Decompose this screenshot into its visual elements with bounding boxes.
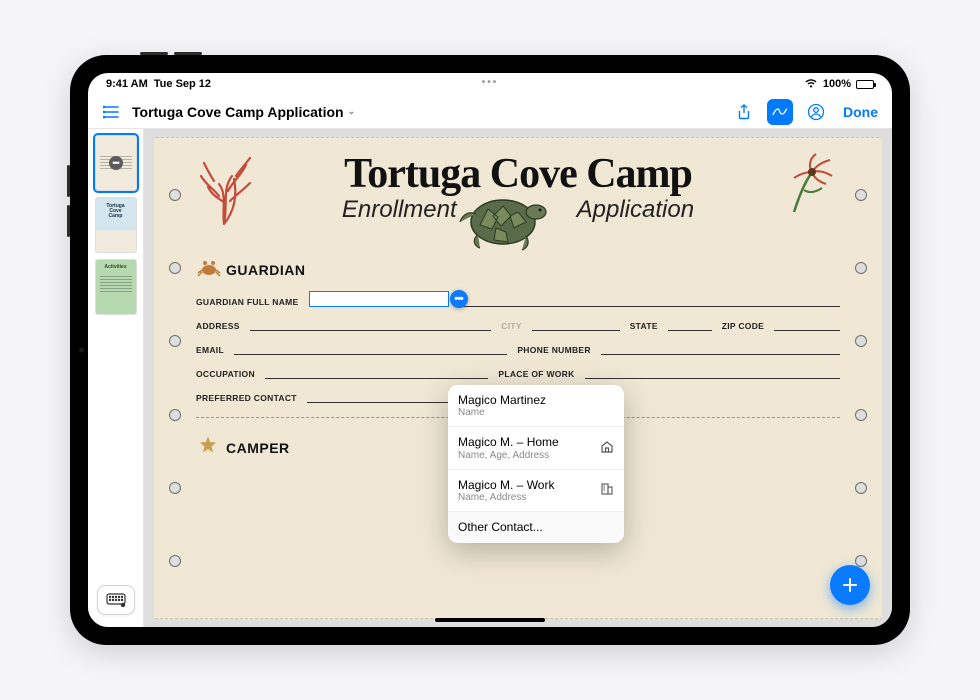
field-occupation[interactable] xyxy=(265,367,489,379)
status-bar: 9:41 AM Tue Sep 12 ••• 100% xyxy=(88,73,892,95)
autofill-option-3[interactable]: Magico M. – Work Name, Address xyxy=(448,470,624,512)
autofill-popover: Magico Martinez Name Magico M. – Home Na… xyxy=(448,385,624,543)
thumbnail-menu-icon[interactable]: ••• xyxy=(109,156,123,170)
top-button-2 xyxy=(174,52,202,55)
volume-down-button xyxy=(67,205,70,237)
document-title: Tortuga Cove Camp Application xyxy=(132,104,344,120)
field-zip[interactable] xyxy=(774,319,840,331)
page-thumbnail-rail: ••• TortugaCoveCamp Activities xyxy=(88,129,144,627)
field-address[interactable] xyxy=(250,319,492,331)
label-city: CITY xyxy=(501,321,522,331)
guardian-section-heading: GUARDIAN xyxy=(196,258,840,281)
turtle-illustration xyxy=(448,184,558,259)
battery-icon xyxy=(856,80,874,89)
label-workplace: PLACE OF WORK xyxy=(498,369,574,379)
chevron-down-icon: ⌄ xyxy=(348,106,356,117)
keyboard-toggle-button[interactable] xyxy=(97,585,135,615)
flower-illustration xyxy=(774,152,838,227)
app-toolbar: Tortuga Cove Camp Application ⌄ Done xyxy=(88,95,892,129)
label-email: EMAIL xyxy=(196,345,224,355)
status-time: 9:41 AM xyxy=(106,78,148,90)
autofill-option-2[interactable]: Magico M. – Home Name, Age, Address xyxy=(448,427,624,469)
battery-percent: 100% xyxy=(823,78,851,90)
top-button-1 xyxy=(140,52,168,55)
document-page: Tortuga Cove Camp Enrollment Application… xyxy=(154,137,882,619)
field-workplace[interactable] xyxy=(585,367,840,379)
doc-subtitle-right: Application xyxy=(577,196,694,224)
thumbnail-page-3[interactable]: Activities xyxy=(95,259,137,315)
wifi-icon xyxy=(804,78,818,91)
multitask-dots-icon[interactable]: ••• xyxy=(482,77,499,88)
label-full-name: GUARDIAN FULL NAME xyxy=(196,297,299,307)
document-title-dropdown[interactable]: Tortuga Cove Camp Application ⌄ xyxy=(132,104,355,120)
ipad-device-frame: 9:41 AM Tue Sep 12 ••• 100% Tortuga Cove… xyxy=(70,55,910,645)
document-canvas[interactable]: Tortuga Cove Camp Enrollment Application… xyxy=(144,129,892,627)
label-zip: ZIP CODE xyxy=(722,321,764,331)
doc-subtitle-left: Enrollment xyxy=(342,196,457,224)
coral-illustration xyxy=(194,146,264,231)
sidebar-toggle-icon[interactable] xyxy=(98,99,124,125)
share-button[interactable] xyxy=(731,99,757,125)
field-state[interactable] xyxy=(668,319,712,331)
field-phone[interactable] xyxy=(601,343,840,355)
markup-button[interactable] xyxy=(767,99,793,125)
field-email[interactable] xyxy=(234,343,507,355)
home-indicator[interactable] xyxy=(435,618,545,622)
punch-holes-right xyxy=(846,138,876,618)
label-state: STATE xyxy=(630,321,658,331)
autofill-option-1[interactable]: Magico Martinez Name xyxy=(448,385,624,427)
label-occupation: OCCUPATION xyxy=(196,369,255,379)
autofill-other-contact[interactable]: Other Contact... xyxy=(448,512,624,542)
crab-icon xyxy=(196,258,222,281)
label-phone: PHONE NUMBER xyxy=(517,345,591,355)
field-guardian-full-name[interactable]: ••• xyxy=(309,291,449,307)
home-icon xyxy=(600,440,614,457)
front-camera xyxy=(79,348,84,353)
building-icon xyxy=(600,482,614,499)
done-button[interactable]: Done xyxy=(839,104,882,120)
field-full-name-rest[interactable] xyxy=(459,295,840,307)
autofill-button[interactable] xyxy=(803,99,829,125)
status-date: Tue Sep 12 xyxy=(154,78,211,90)
add-button[interactable] xyxy=(830,565,870,605)
field-options-icon[interactable]: ••• xyxy=(450,290,468,308)
volume-up-button xyxy=(67,165,70,197)
label-preferred-contact: PREFERRED CONTACT xyxy=(196,393,297,403)
punch-holes-left xyxy=(160,138,190,618)
label-address: ADDRESS xyxy=(196,321,240,331)
thumbnail-page-2[interactable]: TortugaCoveCamp xyxy=(95,197,137,253)
thumbnail-page-1[interactable]: ••• xyxy=(95,135,137,191)
starfish-icon xyxy=(196,434,220,461)
field-city[interactable] xyxy=(532,319,620,331)
